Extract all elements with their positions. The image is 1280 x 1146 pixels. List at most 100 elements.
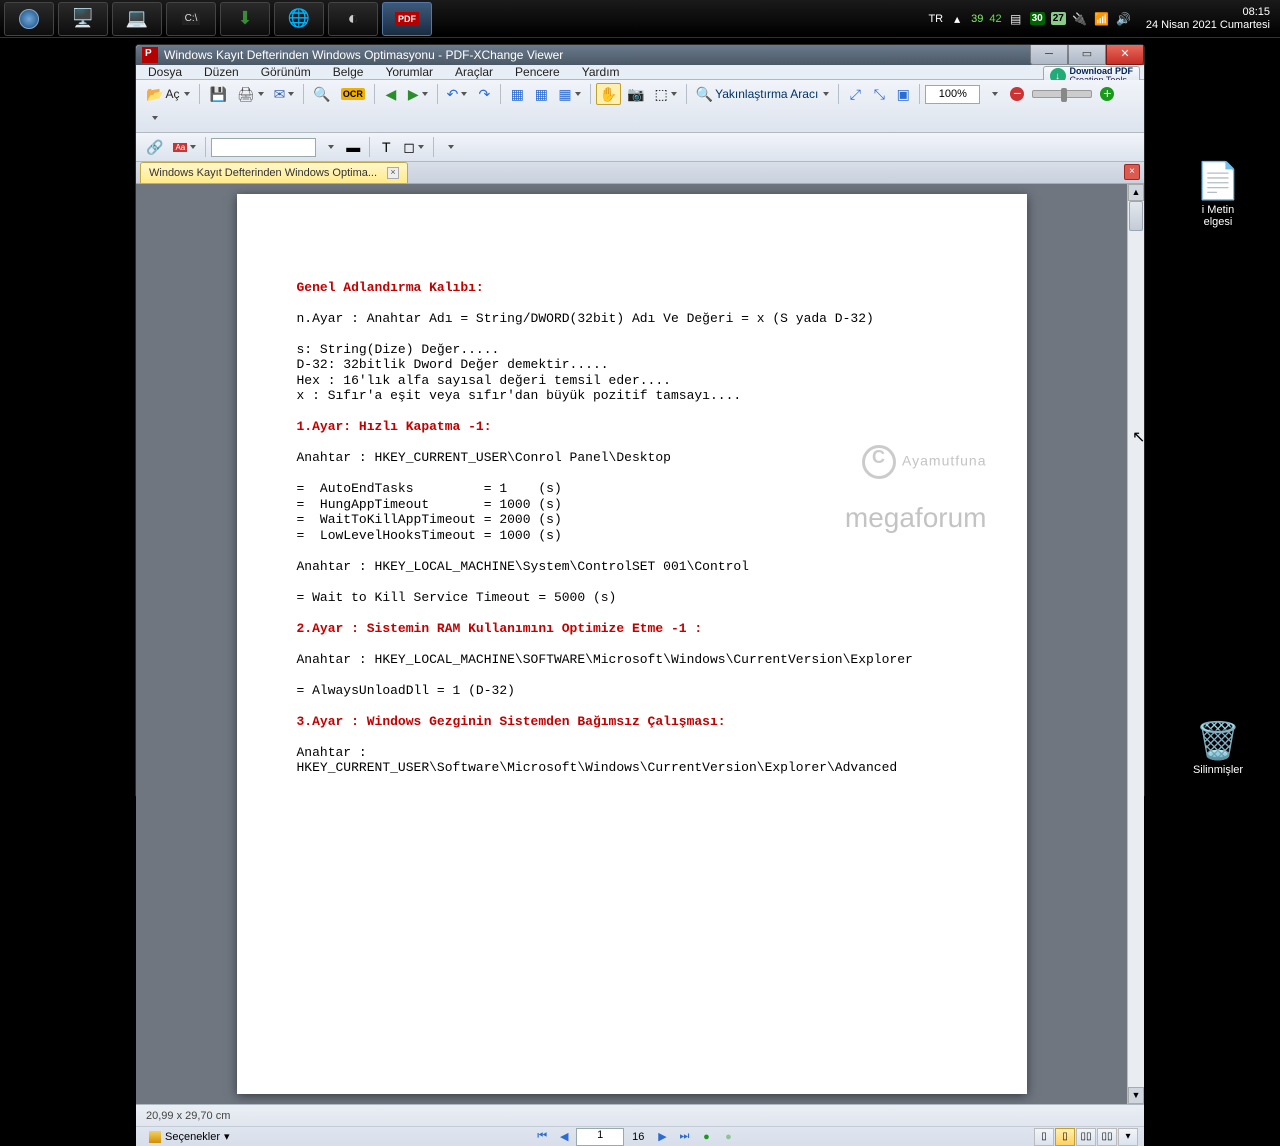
first-page-button[interactable]: ⏮ [532, 1128, 552, 1146]
email-button[interactable]: ✉ [270, 83, 299, 105]
layout-single-button[interactable]: ▦ [506, 83, 528, 105]
menu-document[interactable]: Belge [333, 65, 364, 79]
tab-close-button[interactable]: × [387, 167, 399, 179]
menu-comments[interactable]: Yorumlar [385, 65, 433, 79]
tray-box-2: 27 [1051, 12, 1066, 25]
highlight-tool[interactable]: ▬ [342, 136, 364, 158]
page-viewport[interactable]: Genel Adlandırma Kalıbı: n.Ayar : Anahta… [136, 184, 1127, 1104]
zoom-tool-button[interactable]: 🔍Yakınlaştırma Aracı [692, 83, 834, 105]
tray-stat-1: 39 [971, 13, 983, 25]
find-button[interactable]: 🔍 [309, 83, 334, 105]
language-indicator[interactable]: TR [928, 13, 943, 25]
shape-tool[interactable]: ◻ [399, 136, 428, 158]
taskbar-app-1[interactable]: 🖥️ [58, 2, 108, 36]
zoom-out-button[interactable]: − [1006, 83, 1028, 105]
pdfxchange-window: Windows Kayıt Defterinden Windows Optima… [135, 44, 1145, 796]
save-button[interactable]: 💾 [205, 83, 230, 105]
zoom-more[interactable] [142, 107, 164, 129]
scroll-up-button[interactable]: ▲ [1128, 184, 1144, 201]
actual-size-button[interactable]: ▣ [892, 83, 914, 105]
stamp-tool[interactable]: Aa [169, 136, 200, 158]
tray-chart-icon[interactable]: ▤ [1008, 11, 1024, 27]
ocr-icon: OCR [341, 88, 365, 100]
forward-button[interactable]: ▶ [404, 83, 432, 105]
maximize-button[interactable]: ▭ [1068, 45, 1106, 65]
tray-caret-icon[interactable]: ▴ [949, 11, 965, 27]
tray-box-1: 30 [1030, 12, 1045, 25]
back-button[interactable]: ◀ [380, 83, 402, 105]
next-page-button[interactable]: ▶ [652, 1128, 672, 1146]
taskbar-app-4[interactable]: ⬇ [220, 2, 270, 36]
taskbar-app-2[interactable]: 💻 [112, 2, 162, 36]
volume-icon[interactable]: 🔊 [1116, 11, 1132, 27]
page-dimensions: 20,99 x 29,70 cm [136, 1110, 240, 1122]
scroll-thumb[interactable] [1129, 201, 1143, 231]
pdf-page: Genel Adlandırma Kalıbı: n.Ayar : Anahta… [237, 194, 1027, 1094]
menu-tools[interactable]: Araçlar [455, 65, 493, 79]
menu-file[interactable]: Dosya [148, 65, 182, 79]
taskbar-app-6[interactable]: ◐ [328, 2, 378, 36]
menu-help[interactable]: Yardım [582, 65, 620, 79]
text-tool[interactable]: T [375, 136, 397, 158]
minimize-button[interactable]: ─ [1030, 45, 1068, 65]
last-page-button[interactable]: ⏭ [674, 1128, 694, 1146]
annot-color-input[interactable] [211, 138, 316, 157]
taskbar-app-pdfxchange[interactable]: PDF [382, 2, 432, 36]
nav-back-button[interactable]: ● [696, 1128, 716, 1146]
scroll-down-button[interactable]: ▼ [1128, 1087, 1144, 1104]
fit-width-button[interactable]: ⤢ [844, 83, 866, 105]
view-facing-cont-button[interactable]: ▯▯ [1097, 1128, 1117, 1146]
hand-tool[interactable]: ✋ [596, 83, 621, 105]
more-tools[interactable] [439, 136, 461, 158]
desktop-icon-recyclebin[interactable]: 🗑️ Silinmişler [1178, 720, 1258, 776]
zoom-input[interactable]: 100% [925, 85, 980, 104]
computer-icon: 💻 [126, 8, 148, 29]
menu-edit[interactable]: Düzen [204, 65, 239, 79]
rotate-ccw-button[interactable]: ↶ [443, 83, 472, 105]
terminal-icon: C:\ [182, 12, 201, 25]
ocr-button[interactable]: OCR [337, 83, 369, 105]
zoom-in-button[interactable]: + [1096, 83, 1118, 105]
pdf-app-icon: PDF [395, 12, 419, 26]
print-button[interactable]: 🖨 [233, 83, 268, 105]
doc-text: Anahtar : HKEY_CURRENT_USER\Software\Mic… [297, 745, 898, 776]
layout-facing-button[interactable]: ▦ [554, 83, 584, 105]
system-clock[interactable]: 08:15 24 Nisan 2021 Cumartesi [1138, 6, 1270, 32]
vertical-scrollbar[interactable]: ▲ ▼ [1127, 184, 1144, 1104]
select-tool[interactable]: ⬚ [650, 83, 680, 105]
menu-window[interactable]: Pencere [515, 65, 560, 79]
taskbar-app-5[interactable]: 🌐 [274, 2, 324, 36]
document-area: Genel Adlandırma Kalıbı: n.Ayar : Anahta… [136, 184, 1144, 1104]
view-continuous-button[interactable]: ▯ [1055, 1128, 1075, 1146]
rotate-cw-button[interactable]: ↷ [473, 83, 495, 105]
close-button[interactable]: ✕ [1106, 45, 1144, 65]
options-button[interactable]: Seçenekler ▾ [142, 1127, 237, 1146]
camera-icon: 📷 [627, 86, 644, 103]
menu-view[interactable]: Görünüm [261, 65, 311, 79]
prev-page-button[interactable]: ◀ [554, 1128, 574, 1146]
close-all-tabs-button[interactable]: × [1124, 164, 1140, 180]
document-tab[interactable]: Windows Kayıt Defterinden Windows Optima… [140, 162, 408, 183]
zoom-slider[interactable] [1032, 90, 1092, 98]
page-number-input[interactable]: 1 [576, 1128, 624, 1146]
taskbar-app-3[interactable]: C:\ [166, 2, 216, 36]
view-facing-button[interactable]: ▯▯ [1076, 1128, 1096, 1146]
toolbar-secondary: 🔗 Aa ▬ T ◻ [136, 133, 1144, 162]
titlebar[interactable]: Windows Kayıt Defterinden Windows Optima… [136, 45, 1144, 65]
open-button[interactable]: 📂Aç [142, 83, 194, 105]
link-tool[interactable]: 🔗 [142, 136, 167, 158]
nav-fwd-button[interactable]: ● [718, 1128, 738, 1146]
view-single-button[interactable]: ▯ [1034, 1128, 1054, 1146]
annot-color-dropdown[interactable] [318, 136, 340, 158]
network-icon[interactable]: 📶 [1094, 11, 1110, 27]
start-button[interactable] [4, 2, 54, 36]
plus-icon: + [1100, 87, 1114, 101]
power-icon[interactable]: 🔌 [1072, 11, 1088, 27]
scroll-track[interactable] [1128, 201, 1144, 1087]
zoom-dropdown[interactable] [982, 83, 1004, 105]
snapshot-tool[interactable]: 📷 [623, 83, 648, 105]
layout-cont-button[interactable]: ▦ [530, 83, 552, 105]
view-more-button[interactable]: ▾ [1118, 1128, 1138, 1146]
fit-page-button[interactable]: ⤡ [868, 83, 890, 105]
desktop-icon-textfile[interactable]: 📄 i Metin elgesi [1178, 160, 1258, 228]
